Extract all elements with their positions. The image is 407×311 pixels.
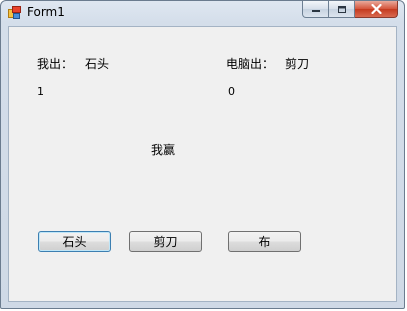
caption-buttons: [302, 1, 398, 19]
title-bar[interactable]: Form1: [1, 1, 404, 25]
computer-label: 电脑出：: [226, 57, 275, 71]
rock-button[interactable]: 石头: [38, 231, 111, 252]
maximize-button[interactable]: [329, 1, 355, 18]
player-choice-value: 石头: [85, 57, 110, 71]
computer-score: 0: [228, 85, 235, 98]
player-label: 我出：: [37, 57, 74, 71]
paper-button[interactable]: 布: [228, 231, 301, 252]
scissors-button[interactable]: 剪刀: [129, 231, 202, 252]
minimize-icon: [311, 10, 320, 12]
form-app-icon: [8, 6, 21, 19]
app-window: Form1 我出： 石头 电脑出： 剪刀 1 0 我赢 石头 剪刀 布: [0, 0, 405, 309]
form-client-area: 我出： 石头 电脑出： 剪刀 1 0 我赢 石头 剪刀 布: [8, 26, 397, 302]
close-icon: [370, 4, 382, 14]
computer-choice-value: 剪刀: [285, 57, 310, 71]
minimize-button[interactable]: [302, 1, 329, 18]
close-button[interactable]: [355, 1, 398, 18]
player-score: 1: [37, 85, 44, 98]
maximize-icon: [337, 5, 346, 13]
window-title: Form1: [27, 5, 65, 19]
result-label: 我赢: [151, 143, 176, 157]
